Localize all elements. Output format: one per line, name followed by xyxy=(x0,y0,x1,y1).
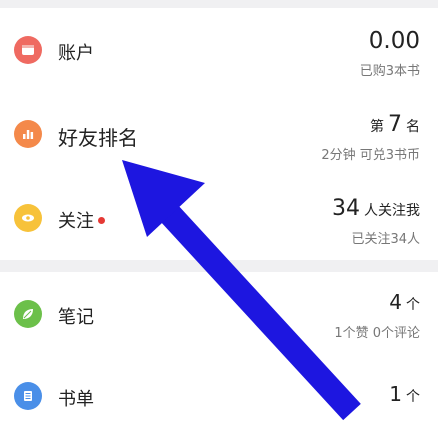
notes-number: 4 xyxy=(389,290,402,314)
booklist-label: 书单 xyxy=(58,389,94,410)
rank-suffix: 名 xyxy=(406,119,420,135)
list-icon xyxy=(14,382,42,410)
rank-number: 7 xyxy=(388,112,402,137)
notes-suffix: 个 xyxy=(406,297,420,313)
following-count: 已关注34人 xyxy=(351,232,420,247)
friends-reading-time: 2分钟 可兑3书币 xyxy=(321,148,420,163)
follow-new-dot xyxy=(98,217,105,224)
notes-label: 笔记 xyxy=(58,307,94,328)
follow-row[interactable]: 关注 34 人关注我 已关注34人 xyxy=(0,176,438,260)
account-section-card: 账户 0.00 已购3本书 好友排名 第7名 2分钟 可兑3书币 关注 34 人关… xyxy=(0,8,438,260)
notes-row[interactable]: 笔记 4个 1个赞 0个评论 xyxy=(0,272,438,356)
wallet-icon xyxy=(14,36,42,64)
booklist-count: 1个 xyxy=(389,382,420,406)
account-balance: 0.00 xyxy=(368,28,420,54)
followers-number: 34 xyxy=(332,196,360,221)
notes-count: 4个 xyxy=(389,290,420,314)
friends-ranking-label: 好友排名 xyxy=(58,126,138,150)
account-label: 账户 xyxy=(58,43,94,64)
friends-ranking-row[interactable]: 好友排名 第7名 2分钟 可兑3书币 xyxy=(0,92,438,176)
account-row[interactable]: 账户 0.00 已购3本书 xyxy=(0,8,438,92)
booklist-suffix: 个 xyxy=(406,389,420,405)
notes-section-card: 笔记 4个 1个赞 0个评论 书单 1个 xyxy=(0,272,438,425)
follow-label: 关注 xyxy=(58,211,94,232)
notes-stats: 1个赞 0个评论 xyxy=(334,326,420,341)
rank-prefix: 第 xyxy=(370,119,384,135)
friends-rank: 第7名 xyxy=(370,112,420,137)
account-purchased: 已购3本书 xyxy=(359,64,420,79)
booklist-row[interactable]: 书单 1个 xyxy=(0,356,438,425)
top-gap xyxy=(0,0,438,8)
eye-icon xyxy=(14,204,42,232)
booklist-number: 1 xyxy=(389,382,402,406)
followers-count: 34 人关注我 xyxy=(332,196,420,221)
leaf-icon xyxy=(14,300,42,328)
followers-suffix: 人关注我 xyxy=(364,203,420,219)
ranking-bars-icon xyxy=(14,120,42,148)
